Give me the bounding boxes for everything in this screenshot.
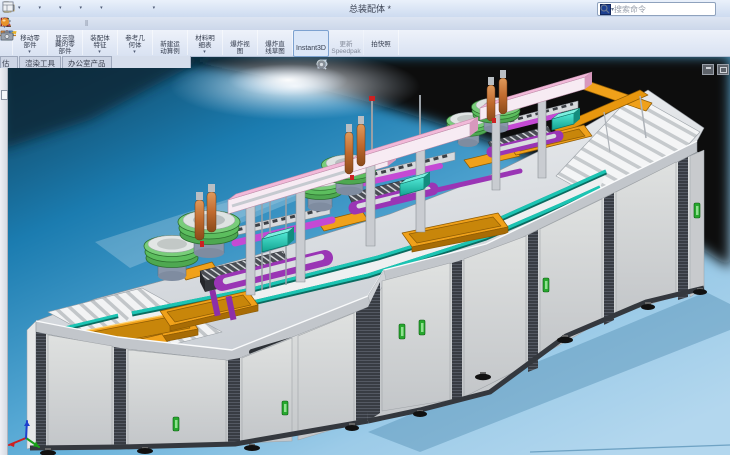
cabinet-door <box>48 335 112 447</box>
check-icon[interactable] <box>119 18 132 30</box>
cabinet-column <box>604 193 614 325</box>
options-icon[interactable] <box>137 1 152 15</box>
motion-icon[interactable] <box>106 18 119 30</box>
quick-access-toolbar: ▾ ▾ ▾ ▾ ▾ ▾ <box>2 1 156 15</box>
featuremanager-icon[interactable] <box>1 90 8 100</box>
cabinet-door <box>128 350 226 446</box>
cabinet-column <box>36 332 46 448</box>
search-magnifier-icon[interactable]: ▾ <box>598 3 616 14</box>
cabinet-column <box>356 307 368 423</box>
save-icon[interactable] <box>23 1 38 15</box>
featuremanager-collapsed-strip[interactable] <box>0 68 8 455</box>
photoview-icon[interactable] <box>93 18 106 30</box>
ribbon-button-update-speedpak[interactable]: 更新Speedpak <box>329 30 364 55</box>
apply-scene-icon[interactable] <box>420 59 431 71</box>
door-handle <box>694 203 700 218</box>
section-view-icon[interactable] <box>355 59 366 71</box>
command-manager: 移动零部件▾ 显示隐藏的零部件 装配体特征▾ 参考几何体▾ 新建运动算例 材料明… <box>0 30 730 57</box>
ribbon-button-assembly-features[interactable]: 装配体特征▾ <box>83 30 118 55</box>
hide-show-items-icon[interactable] <box>394 59 405 71</box>
scene-icon[interactable] <box>145 18 158 30</box>
cabinet-column <box>678 157 688 300</box>
ribbon-button-new-motion-study[interactable]: 新建运动算例 <box>153 30 188 55</box>
select-icon[interactable] <box>84 1 99 15</box>
view-settings-icon[interactable] <box>433 59 444 71</box>
undo-icon[interactable] <box>64 1 79 15</box>
cabinet-door <box>382 263 450 411</box>
ribbon-button-explode-line-sketch[interactable]: 爆炸直线草图 <box>258 30 293 55</box>
zoom-to-area-icon[interactable] <box>329 59 340 71</box>
door-handle <box>543 278 549 292</box>
appearance-icon[interactable] <box>54 18 67 30</box>
cabinet-column <box>228 358 240 444</box>
previous-view-icon[interactable] <box>342 59 353 71</box>
display-style-icon[interactable] <box>381 59 392 71</box>
tab-render-tools[interactable]: 渲染工具 <box>19 56 61 68</box>
ribbon-button-instant3d[interactable]: Instant3D <box>293 30 329 57</box>
ribbon-button-show-hidden[interactable]: 显示隐藏的零部件 <box>48 30 83 55</box>
door-handle <box>173 417 179 431</box>
align-icon[interactable] <box>41 18 54 30</box>
search-placeholder: 搜索命令 <box>614 4 715 15</box>
restore-document-button[interactable] <box>717 64 729 75</box>
print-icon[interactable] <box>43 1 58 15</box>
suppress-icon[interactable] <box>15 18 28 30</box>
ribbon-button-take-snapshot[interactable]: 拍快照 <box>364 30 399 55</box>
commandmanager-tabs: 估 渲染工具 办公室产品 <box>0 56 191 68</box>
cabinet-right-face <box>690 150 704 297</box>
minimize-document-button[interactable] <box>702 64 714 75</box>
door-handle <box>419 320 425 335</box>
edit-appearance-icon[interactable] <box>407 59 418 71</box>
cabinet-left-side[interactable] <box>27 321 36 449</box>
ribbon-button-move-component[interactable]: 移动零部件▾ <box>13 30 48 55</box>
cabinet-column <box>528 230 538 372</box>
ribbon-button-bill-of-materials[interactable]: 材料明细表▾ <box>188 30 223 55</box>
mate-icon[interactable] <box>67 18 80 30</box>
assembly-toolbar: Σ ‖ <box>0 17 730 31</box>
tab-office-products[interactable]: 办公室产品 <box>62 56 112 68</box>
command-search[interactable]: 搜索命令 ▾ <box>597 2 716 16</box>
document-title: 总装配体 * <box>280 2 460 15</box>
design-binder-icon[interactable] <box>132 18 145 30</box>
svg-text:▾: ▾ <box>611 7 614 13</box>
view-orientation-icon[interactable] <box>368 59 379 71</box>
cabinet-column <box>114 347 126 447</box>
file-properties-icon[interactable] <box>121 1 136 15</box>
cabinet-column <box>452 260 462 401</box>
solidworks-window: ▾ ▾ ▾ ▾ ▾ ▾ 总装配体 * 搜索命令 ▾ Σ ‖ <box>0 0 730 455</box>
toolbar-divider: ‖ <box>80 18 93 30</box>
ribbon-button-reference-geometry[interactable]: 参考几何体▾ <box>118 30 153 55</box>
door-handle <box>399 324 405 339</box>
door-handle <box>282 401 288 415</box>
heads-up-view-toolbar <box>316 59 444 71</box>
tab-evaluate-clipped[interactable]: 估 <box>0 56 18 68</box>
warning-icon[interactable] <box>28 18 41 30</box>
document-window-buttons <box>702 64 729 75</box>
title-bar: ▾ ▾ ▾ ▾ ▾ ▾ 总装配体 * 搜索命令 ▾ <box>0 0 730 18</box>
ribbon-button-exploded-view[interactable]: 爆炸视图 <box>223 30 258 55</box>
rebuild-icon[interactable] <box>105 1 120 15</box>
